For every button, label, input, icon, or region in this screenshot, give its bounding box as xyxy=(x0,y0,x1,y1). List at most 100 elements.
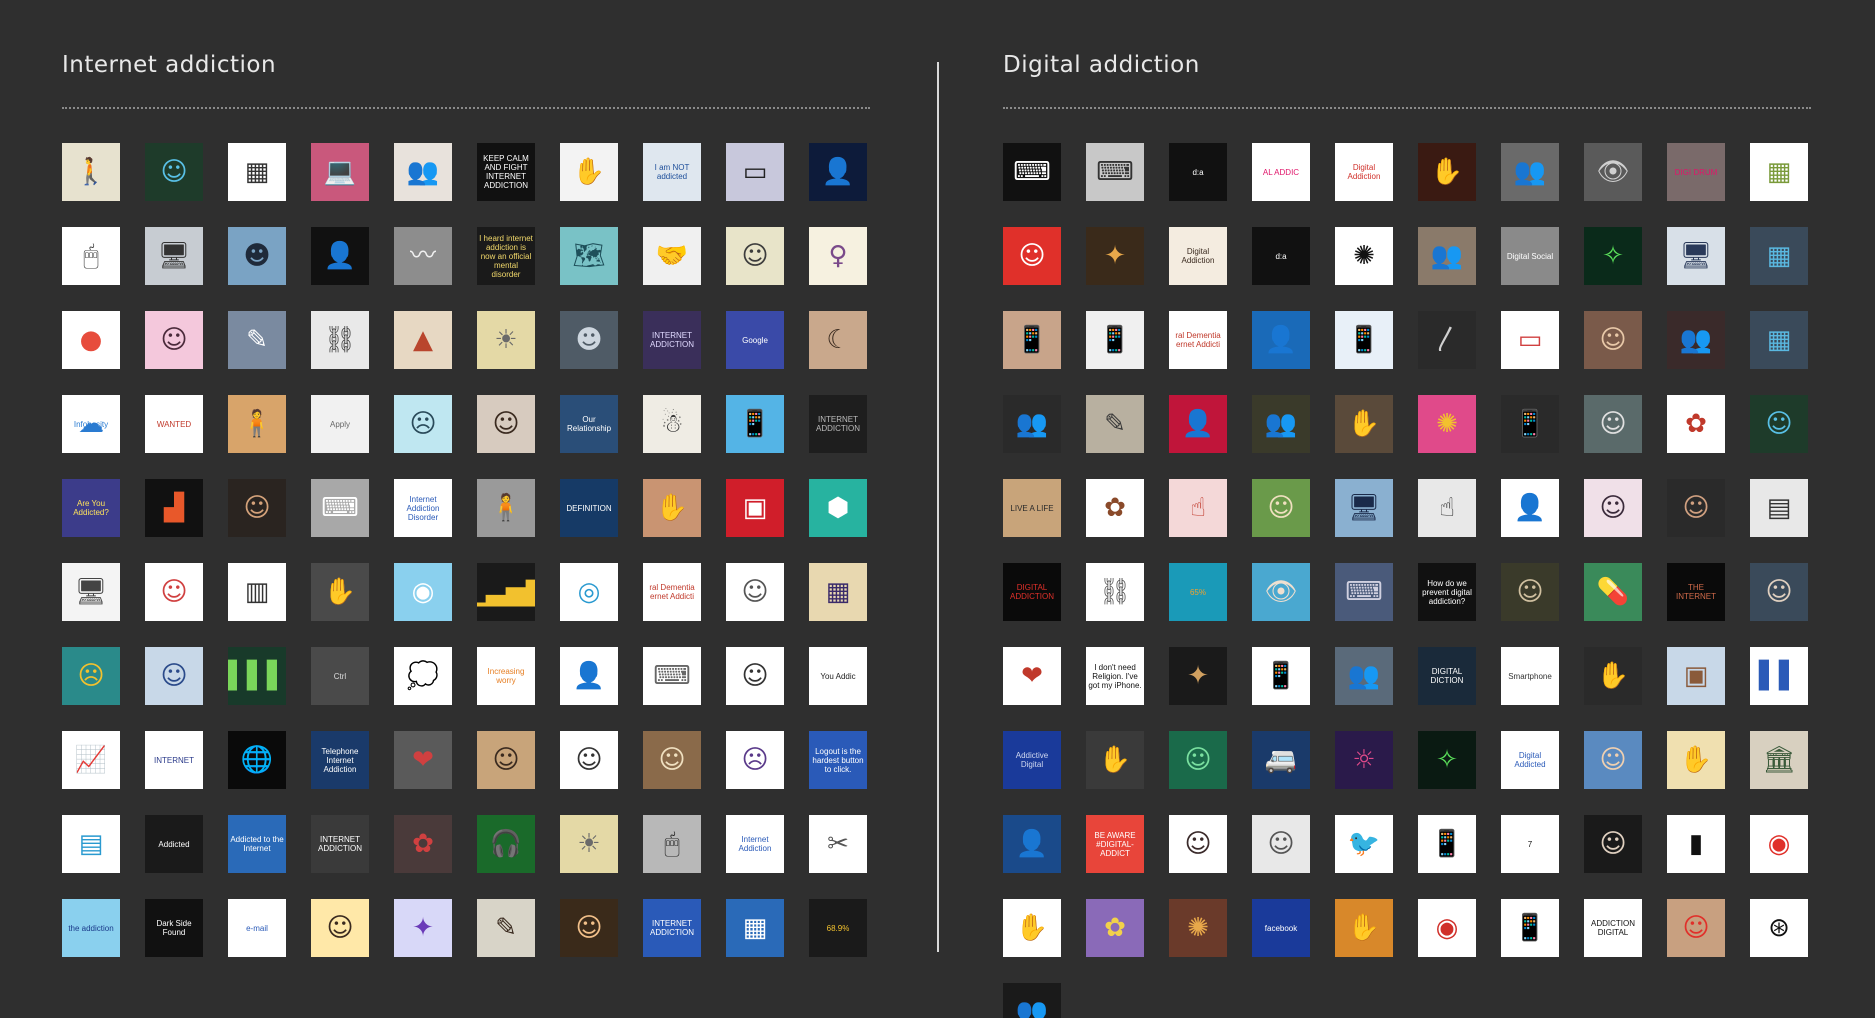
thumbnail-image[interactable]: 🧍 xyxy=(228,395,286,453)
thumbnail-image[interactable]: ✦ xyxy=(1169,647,1227,705)
thumbnail-image[interactable]: DIGITAL ADDICTION xyxy=(1003,563,1061,621)
thumbnail-image[interactable]: AL ADDIC xyxy=(1252,143,1310,201)
thumbnail-image[interactable]: ◉ xyxy=(394,563,452,621)
thumbnail-image[interactable]: ▲ xyxy=(394,311,452,369)
thumbnail-image[interactable]: 👤 xyxy=(1501,479,1559,537)
thumbnail-image[interactable]: ▤ xyxy=(1750,479,1808,537)
thumbnail-image[interactable]: ☺ xyxy=(311,899,369,957)
thumbnail-image[interactable]: ☺ xyxy=(1252,479,1310,537)
thumbnail-image[interactable]: Increasing worry xyxy=(477,647,535,705)
thumbnail-image[interactable]: ☺ xyxy=(1003,227,1061,285)
thumbnail-image[interactable]: ⌨ xyxy=(311,479,369,537)
thumbnail-image[interactable]: 〰 xyxy=(394,227,452,285)
thumbnail-image[interactable]: Google xyxy=(726,311,784,369)
thumbnail-image[interactable]: ▦ xyxy=(1750,311,1808,369)
thumbnail-image[interactable]: ☺ xyxy=(477,395,535,453)
thumbnail-image[interactable]: 👥 xyxy=(1252,395,1310,453)
thumbnail-image[interactable]: Telephone Internet Addiction xyxy=(311,731,369,789)
thumbnail-image[interactable]: Digital Social xyxy=(1501,227,1559,285)
thumbnail-image[interactable]: I heard internet addiction is now an off… xyxy=(477,227,535,285)
thumbnail-image[interactable]: 68.9% xyxy=(809,899,867,957)
thumbnail-image[interactable]: 🖥 xyxy=(1335,479,1393,537)
thumbnail-image[interactable]: 👤 xyxy=(1003,815,1061,873)
thumbnail-image[interactable]: 👥 xyxy=(1003,983,1061,1018)
thumbnail-image[interactable]: ▭ xyxy=(726,143,784,201)
thumbnail-image[interactable]: ▮ xyxy=(1667,815,1725,873)
thumbnail-image[interactable]: ral Dementia ernet Addicti xyxy=(643,563,701,621)
thumbnail-image[interactable]: ☝ xyxy=(1169,479,1227,537)
thumbnail-image[interactable]: ✺ xyxy=(1418,395,1476,453)
thumbnail-image[interactable]: ✋ xyxy=(1335,899,1393,957)
thumbnail-image[interactable]: ✎ xyxy=(477,899,535,957)
thumbnail-image[interactable]: Smartphone xyxy=(1501,647,1559,705)
thumbnail-image[interactable]: ☺ xyxy=(1169,815,1227,873)
thumbnail-image[interactable]: ☹ xyxy=(394,395,452,453)
thumbnail-image[interactable]: ☺ xyxy=(1169,731,1227,789)
thumbnail-image[interactable]: ✿ xyxy=(1667,395,1725,453)
thumbnail-image[interactable]: 👁 xyxy=(1584,143,1642,201)
thumbnail-image[interactable]: 📱 xyxy=(1418,815,1476,873)
thumbnail-image[interactable]: Our Relationship xyxy=(560,395,618,453)
thumbnail-image[interactable]: 👥 xyxy=(1003,395,1061,453)
thumbnail-image[interactable]: 🎧 xyxy=(477,815,535,873)
thumbnail-image[interactable]: ▤ xyxy=(62,815,120,873)
thumbnail-image[interactable]: ☺ xyxy=(145,311,203,369)
thumbnail-image[interactable]: ☃ xyxy=(643,395,701,453)
thumbnail-image[interactable]: 🖥 xyxy=(62,563,120,621)
thumbnail-image[interactable]: ⌨ xyxy=(643,647,701,705)
thumbnail-image[interactable]: Internet Addiction xyxy=(726,815,784,873)
thumbnail-image[interactable]: ☺ xyxy=(1584,395,1642,453)
thumbnail-image[interactable]: 7 xyxy=(1501,815,1559,873)
thumbnail-image[interactable]: 〳 xyxy=(1418,311,1476,369)
thumbnail-image[interactable]: Addicted xyxy=(145,815,203,873)
thumbnail-image[interactable]: Digital Addicted xyxy=(1501,731,1559,789)
thumbnail-image[interactable]: ☺ xyxy=(145,143,203,201)
thumbnail-image[interactable]: ▌▌▌ xyxy=(228,647,286,705)
thumbnail-image[interactable]: ⛓ xyxy=(1086,563,1144,621)
thumbnail-image[interactable]: facebook xyxy=(1252,899,1310,957)
thumbnail-image[interactable]: ☺ xyxy=(560,731,618,789)
thumbnail-image[interactable]: ◉ xyxy=(1750,815,1808,873)
thumbnail-image[interactable]: ⊛ xyxy=(1750,899,1808,957)
thumbnail-image[interactable]: How do we prevent digital addiction? xyxy=(1418,563,1476,621)
thumbnail-image[interactable]: ✧ xyxy=(1584,227,1642,285)
thumbnail-image[interactable]: ✎ xyxy=(1086,395,1144,453)
thumbnail-image[interactable]: ☺ xyxy=(726,563,784,621)
thumbnail-image[interactable]: ▣ xyxy=(726,479,784,537)
thumbnail-image[interactable]: INTERNET ADDICTION xyxy=(643,311,701,369)
thumbnail-image[interactable]: 👥 xyxy=(1501,143,1559,201)
thumbnail-image[interactable]: 🚶 xyxy=(62,143,120,201)
thumbnail-image[interactable]: ✎ xyxy=(228,311,286,369)
thumbnail-image[interactable]: ☺ xyxy=(1252,815,1310,873)
thumbnail-image[interactable]: 👥 xyxy=(394,143,452,201)
thumbnail-image[interactable]: ☀ xyxy=(477,311,535,369)
thumbnail-image[interactable]: ADDICTION DIGITAL xyxy=(1584,899,1642,957)
thumbnail-image[interactable]: ✋ xyxy=(643,479,701,537)
thumbnail-image[interactable]: ▁▃▅▇ xyxy=(477,563,535,621)
thumbnail-image[interactable]: Ctrl xyxy=(311,647,369,705)
thumbnail-image[interactable]: ⌨ xyxy=(1003,143,1061,201)
thumbnail-image[interactable]: 🤝 xyxy=(643,227,701,285)
thumbnail-image[interactable]: ❤ xyxy=(394,731,452,789)
thumbnail-image[interactable]: 🗺 xyxy=(560,227,618,285)
thumbnail-image[interactable]: 📱 xyxy=(1501,899,1559,957)
thumbnail-image[interactable]: ☺ xyxy=(1501,563,1559,621)
thumbnail-image[interactable]: ▦ xyxy=(726,899,784,957)
thumbnail-image[interactable]: ● xyxy=(62,311,120,369)
thumbnail-image[interactable]: Addicted to the Internet xyxy=(228,815,286,873)
thumbnail-image[interactable]: ▦ xyxy=(1750,143,1808,201)
thumbnail-image[interactable]: THE INTERNET xyxy=(1667,563,1725,621)
thumbnail-image[interactable]: ☺ xyxy=(1584,479,1642,537)
thumbnail-image[interactable]: INTERNET ADDICTION xyxy=(311,815,369,873)
thumbnail-image[interactable]: ☻ xyxy=(560,311,618,369)
thumbnail-image[interactable]: ❤ xyxy=(1003,647,1061,705)
thumbnail-image[interactable]: ☺ xyxy=(145,563,203,621)
thumbnail-image[interactable]: Dark Side Found xyxy=(145,899,203,957)
thumbnail-image[interactable]: 👥 xyxy=(1667,311,1725,369)
thumbnail-image[interactable]: 👤 xyxy=(560,647,618,705)
thumbnail-image[interactable]: Internet Addiction Disorder xyxy=(394,479,452,537)
thumbnail-image[interactable]: Apply xyxy=(311,395,369,453)
thumbnail-image[interactable]: ☀ xyxy=(560,815,618,873)
thumbnail-image[interactable]: Addictive Digital xyxy=(1003,731,1061,789)
thumbnail-image[interactable]: ☻ xyxy=(228,227,286,285)
